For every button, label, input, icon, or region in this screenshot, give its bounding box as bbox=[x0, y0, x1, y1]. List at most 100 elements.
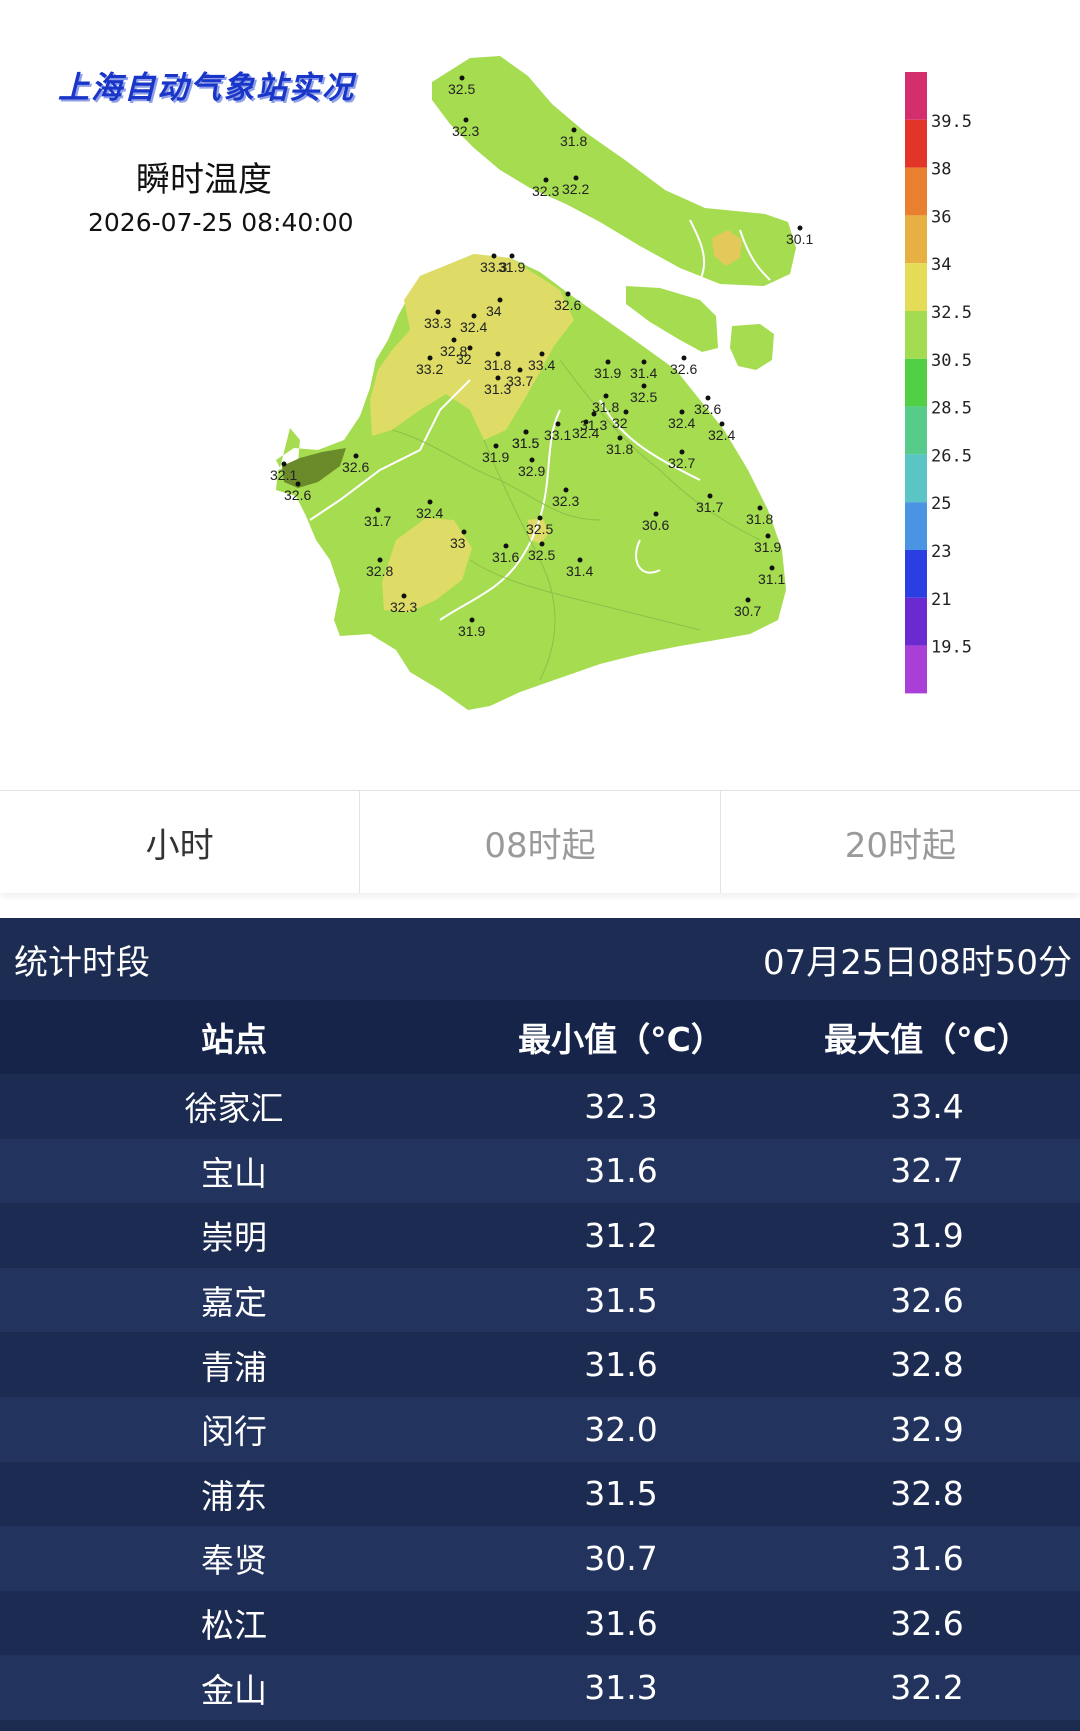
station-dot bbox=[539, 541, 545, 547]
station-temperature-label: 31.5 bbox=[512, 435, 539, 451]
station-temperature-label: 32.4 bbox=[668, 415, 695, 431]
stats-period-header: 统计时段 07月25日08时50分 bbox=[0, 918, 1080, 1000]
station-temperature-label: 31.4 bbox=[566, 563, 593, 579]
station-temperature-label: 31.8 bbox=[592, 399, 619, 415]
station-dot bbox=[491, 253, 497, 259]
table-row: 宝山 31.6 32.7 bbox=[0, 1138, 1080, 1204]
station-temperature-label: 32.4 bbox=[460, 319, 487, 335]
station-dot bbox=[555, 421, 561, 427]
legend-bar: 39.5 38 36 34 32.5 30.5 28.5 26.5 25 23 21 19.5 bbox=[905, 72, 972, 694]
station-name-cell: 青浦 bbox=[201, 1347, 267, 1387]
station-dot bbox=[591, 411, 597, 417]
station-dot bbox=[495, 351, 501, 357]
station-dot bbox=[565, 291, 571, 297]
legend-color-swatch bbox=[905, 72, 927, 120]
station-temperature-label: 31.8 bbox=[484, 357, 511, 373]
tab-hour[interactable]: 小时 bbox=[0, 791, 361, 893]
map-timestamp: 2026-07-25 08:40:00 bbox=[88, 208, 354, 237]
station-dot bbox=[583, 419, 589, 425]
station-dot bbox=[495, 375, 501, 381]
station-temperature-label: 31.1 bbox=[758, 571, 785, 587]
station-temperature-label: 33.7 bbox=[506, 373, 533, 389]
station-temperature-label: 31.8 bbox=[606, 441, 633, 457]
station-dot bbox=[757, 505, 763, 511]
station-name-cell: 崇明 bbox=[201, 1218, 267, 1258]
station-dot bbox=[705, 395, 711, 401]
station-dot bbox=[281, 461, 287, 467]
min-value-cell: 31.2 bbox=[584, 1215, 658, 1255]
station-temperature-label: 31.9 bbox=[754, 539, 781, 555]
min-value-cell: 31.3 bbox=[584, 1668, 658, 1708]
station-temperature-label: 32 bbox=[612, 415, 628, 431]
table-row: 奉贤 30.7 31.6 bbox=[0, 1526, 1080, 1591]
station-dot bbox=[451, 337, 457, 343]
legend-color-swatch bbox=[905, 406, 927, 455]
legend-label: 26.5 bbox=[931, 446, 972, 466]
station-temperature-label: 32.5 bbox=[630, 389, 657, 405]
station-temperature-label: 32.5 bbox=[526, 521, 553, 537]
legend-label: 39.5 bbox=[931, 112, 972, 132]
station-dot bbox=[603, 393, 609, 399]
station-temperature-label: 32.6 bbox=[284, 487, 311, 503]
max-value-cell: 32.7 bbox=[890, 1151, 964, 1191]
station-temperature-label: 32.6 bbox=[670, 361, 697, 377]
station-name-cell: 闵行 bbox=[201, 1412, 267, 1452]
legend-label: 23 bbox=[931, 542, 951, 562]
legend-label: 32.5 bbox=[931, 303, 972, 323]
station-temperature-label: 31.6 bbox=[492, 549, 519, 565]
station-dot bbox=[353, 453, 359, 459]
table-body: 徐家汇 32.3 33.4 宝山 31.6 32.7 崇明 31.2 31.9 嘉定 31.5 32.… bbox=[0, 1074, 1080, 1720]
station-dot bbox=[617, 435, 623, 441]
station-dot bbox=[503, 543, 509, 549]
legend-label: 30.5 bbox=[931, 351, 972, 371]
station-dot bbox=[509, 253, 515, 259]
max-value-cell: 32.2 bbox=[890, 1668, 964, 1708]
station-dot bbox=[461, 529, 467, 535]
station-temperature-label: 33.4 bbox=[528, 357, 555, 373]
station-temperature-label: 31.9 bbox=[458, 623, 485, 639]
station-temperature-label: 32.4 bbox=[708, 427, 735, 443]
station-temperature-label: 33.2 bbox=[416, 361, 443, 377]
station-temperature-label: 31.7 bbox=[364, 513, 391, 529]
tab-from-08[interactable]: 08时起 bbox=[360, 791, 721, 893]
legend-label: 25 bbox=[931, 494, 951, 514]
min-value-cell: 30.7 bbox=[584, 1538, 658, 1578]
legend-color-swatch bbox=[905, 263, 927, 311]
station-temperature-label: 32.1 bbox=[270, 467, 297, 483]
station-dot bbox=[435, 309, 441, 315]
station-dot bbox=[573, 175, 579, 181]
station-dot bbox=[707, 493, 713, 499]
max-value-cell: 31.6 bbox=[890, 1538, 964, 1578]
legend-color-swatch bbox=[905, 119, 927, 168]
tab-from-20[interactable]: 20时起 bbox=[721, 791, 1080, 893]
legend-color-swatch bbox=[905, 311, 927, 359]
station-dot bbox=[427, 499, 433, 505]
station-dot bbox=[529, 457, 535, 463]
legend-color-swatch bbox=[905, 645, 927, 694]
station-dot bbox=[463, 117, 469, 123]
station-dot bbox=[375, 507, 381, 513]
station-dot bbox=[427, 355, 433, 361]
legend-color-swatch bbox=[905, 550, 927, 598]
station-temperature-label: 32.6 bbox=[342, 459, 369, 475]
station-dot bbox=[641, 359, 647, 365]
station-dot bbox=[745, 597, 751, 603]
min-value-cell: 31.6 bbox=[584, 1603, 658, 1643]
station-dot bbox=[679, 409, 685, 415]
table-row: 青浦 31.6 32.8 bbox=[0, 1332, 1080, 1397]
station-name-cell: 宝山 bbox=[201, 1153, 267, 1193]
station-temperature-label: 32.4 bbox=[572, 425, 599, 441]
station-temperature-label: 33.1 bbox=[544, 427, 571, 443]
station-temperature-label: 31.8 bbox=[746, 511, 773, 527]
station-dot bbox=[653, 511, 659, 517]
station-temperature-label: 32.6 bbox=[694, 401, 721, 417]
station-dot bbox=[765, 533, 771, 539]
station-temperature-label: 30.1 bbox=[786, 231, 813, 247]
legend-color-swatch bbox=[905, 358, 927, 407]
period-label: 统计时段 bbox=[14, 942, 150, 983]
max-value-cell: 32.9 bbox=[890, 1409, 964, 1449]
station-temperature-label: 31.7 bbox=[696, 499, 723, 515]
station-dot bbox=[797, 225, 803, 231]
map-land bbox=[276, 56, 796, 710]
min-value-cell: 31.5 bbox=[584, 1280, 658, 1320]
